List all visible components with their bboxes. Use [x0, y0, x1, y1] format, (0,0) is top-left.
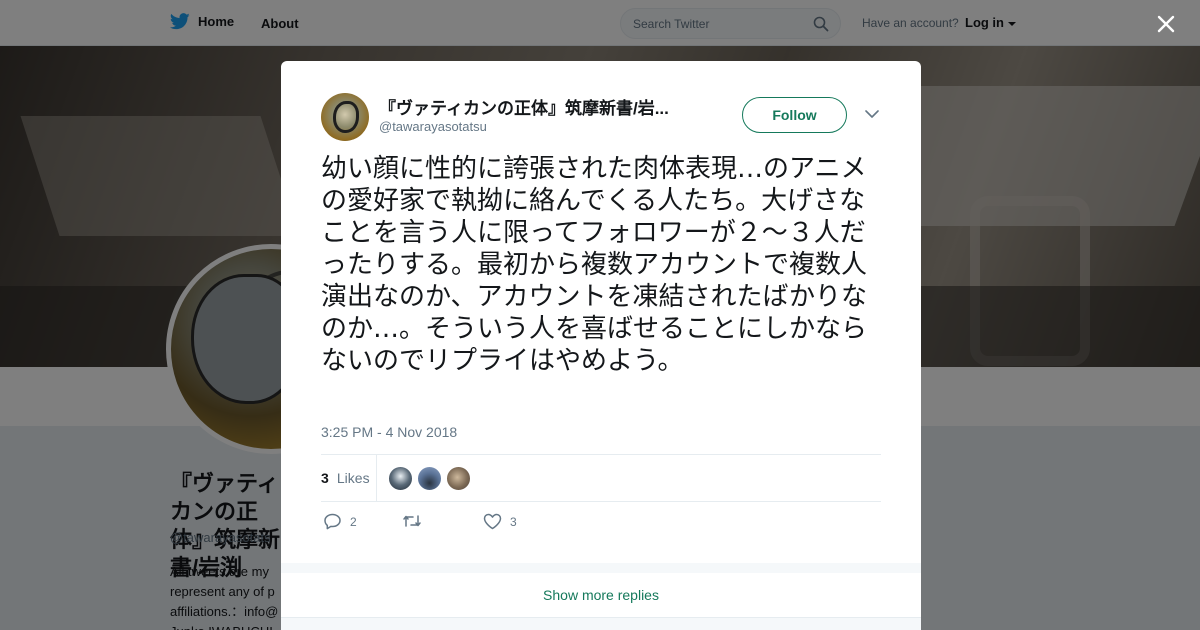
replies-separator [281, 563, 921, 573]
like-count: 3 [510, 514, 517, 529]
tweet-stats: 3 Likes [321, 454, 881, 502]
tweet-timestamp[interactable]: 3:25 PM - 4 Nov 2018 [321, 424, 457, 440]
likes-label-text: Likes [336, 470, 370, 486]
reply-button[interactable]: 2 [323, 513, 357, 530]
chevron-down-icon[interactable] [865, 109, 879, 119]
author-avatar[interactable] [321, 93, 369, 141]
tweet-actions: 2 3 [321, 513, 621, 537]
tweet-modal: 『ヴァティカンの正体』筑摩新書/岩... @tawarayasotatsu Fo… [281, 61, 921, 630]
liker-avatar[interactable] [388, 466, 413, 491]
retweet-button[interactable] [402, 513, 430, 529]
reply-icon [324, 513, 341, 530]
close-icon[interactable] [1152, 10, 1180, 38]
retweet-icon [403, 515, 421, 527]
likes-count[interactable]: 3 [321, 470, 329, 486]
likes-label[interactable]: Likes [333, 470, 370, 486]
heart-icon [483, 513, 502, 530]
tweet-text: 幼い顔に性的に誇張された肉体表現…のアニメの愛好家で執拗に絡んでくる人たち。大げ… [321, 154, 868, 376]
like-button[interactable]: 3 [483, 513, 517, 530]
replies-footer [281, 618, 921, 630]
stats-divider [376, 455, 377, 501]
author-name[interactable]: 『ヴァティカンの正体』筑摩新書/岩... [379, 94, 699, 119]
author-handle[interactable]: @tawarayasotatsu [379, 119, 487, 134]
liker-avatar[interactable] [417, 466, 442, 491]
reply-count: 2 [350, 514, 357, 529]
show-more-replies-button[interactable]: Show more replies [281, 573, 921, 618]
follow-button[interactable]: Follow [742, 97, 847, 133]
show-more-label: Show more replies [543, 587, 659, 603]
liker-avatar[interactable] [446, 466, 471, 491]
